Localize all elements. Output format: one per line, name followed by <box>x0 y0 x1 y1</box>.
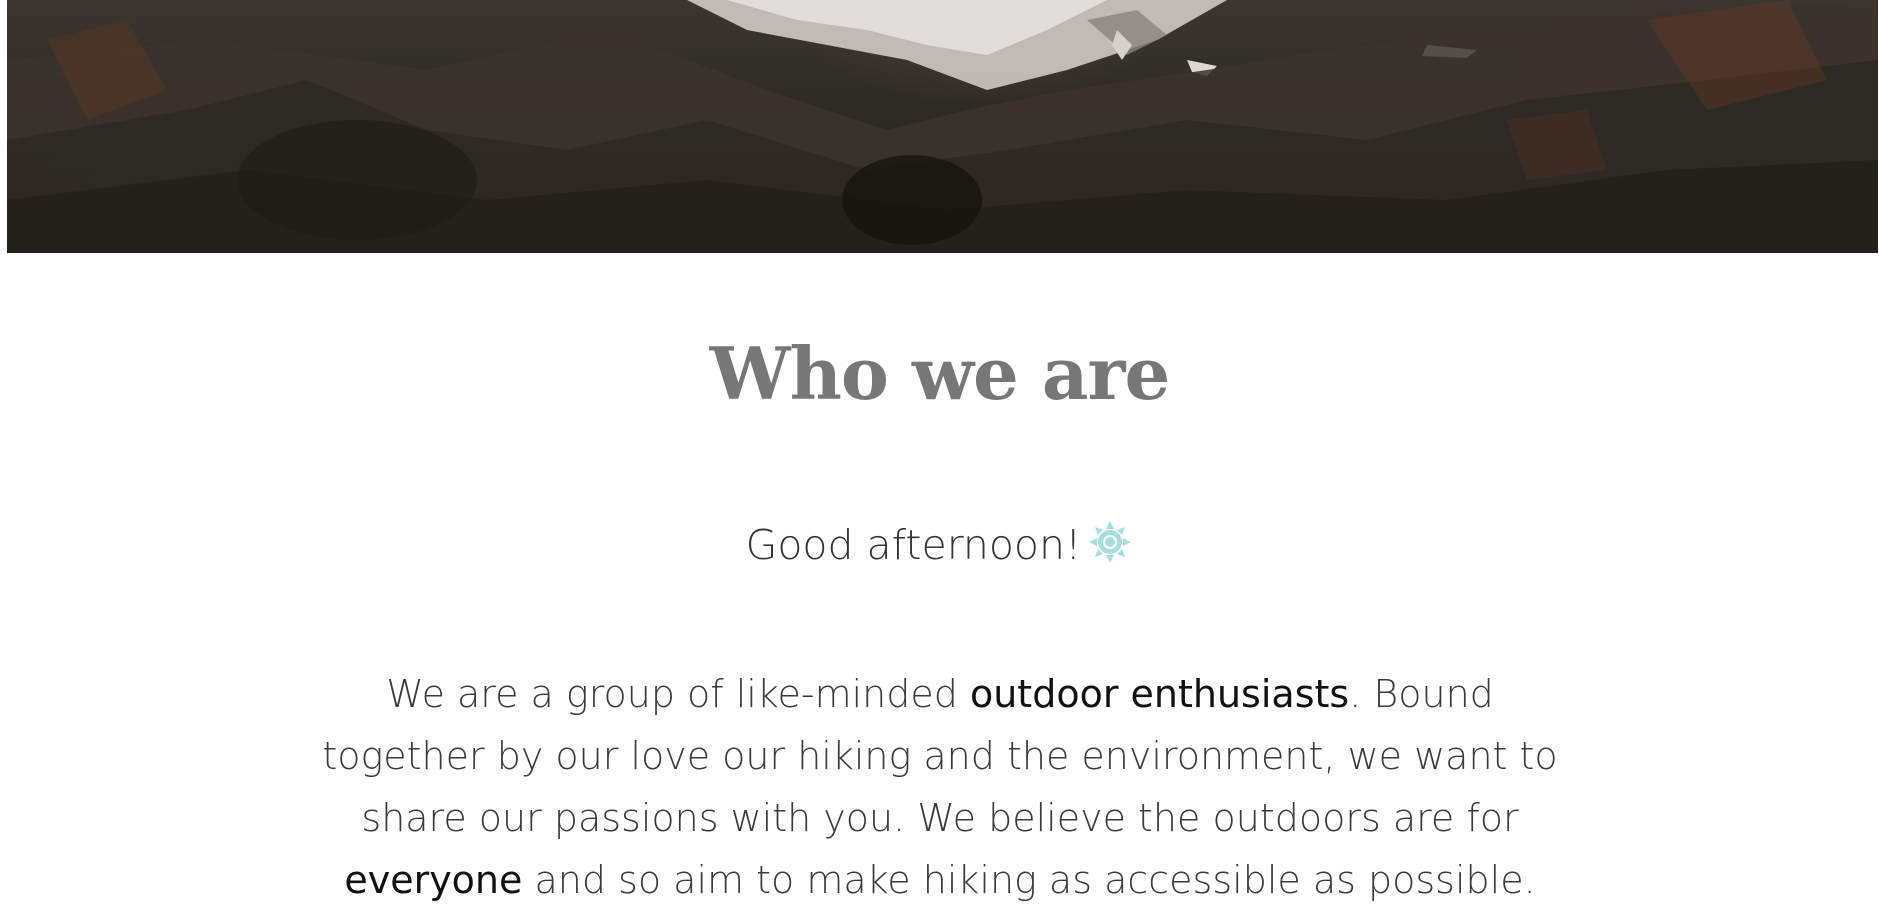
page-title: Who we are <box>709 331 1171 416</box>
intro-text-3: and so aim to make hiking as accessible … <box>522 858 1536 902</box>
intro-text-1: We are a group of like-minded <box>386 672 970 716</box>
greeting: Good afternoon! <box>0 519 1879 569</box>
intro-highlight-outdoor-enthusiasts: outdoor enthusiasts <box>969 672 1350 716</box>
greeting-text: Good afternoon! <box>745 521 1082 569</box>
intro-paragraph: We are a group of like-minded outdoor en… <box>300 663 1580 911</box>
mountain-photo <box>7 0 1878 253</box>
intro-highlight-everyone: everyone <box>344 858 523 902</box>
hero-image <box>7 0 1878 253</box>
sun-icon <box>1087 519 1133 565</box>
